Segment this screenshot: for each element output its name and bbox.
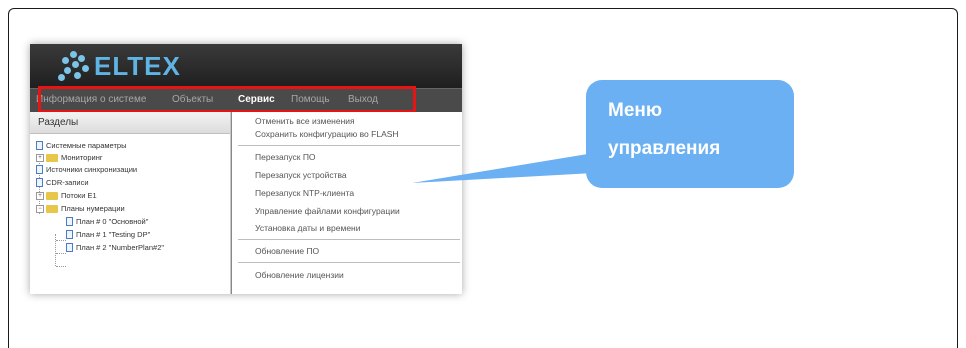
callout-bubble: Меню управления bbox=[586, 80, 794, 188]
callout-pointer bbox=[412, 150, 612, 183]
callout-text: Меню управления bbox=[608, 100, 721, 159]
